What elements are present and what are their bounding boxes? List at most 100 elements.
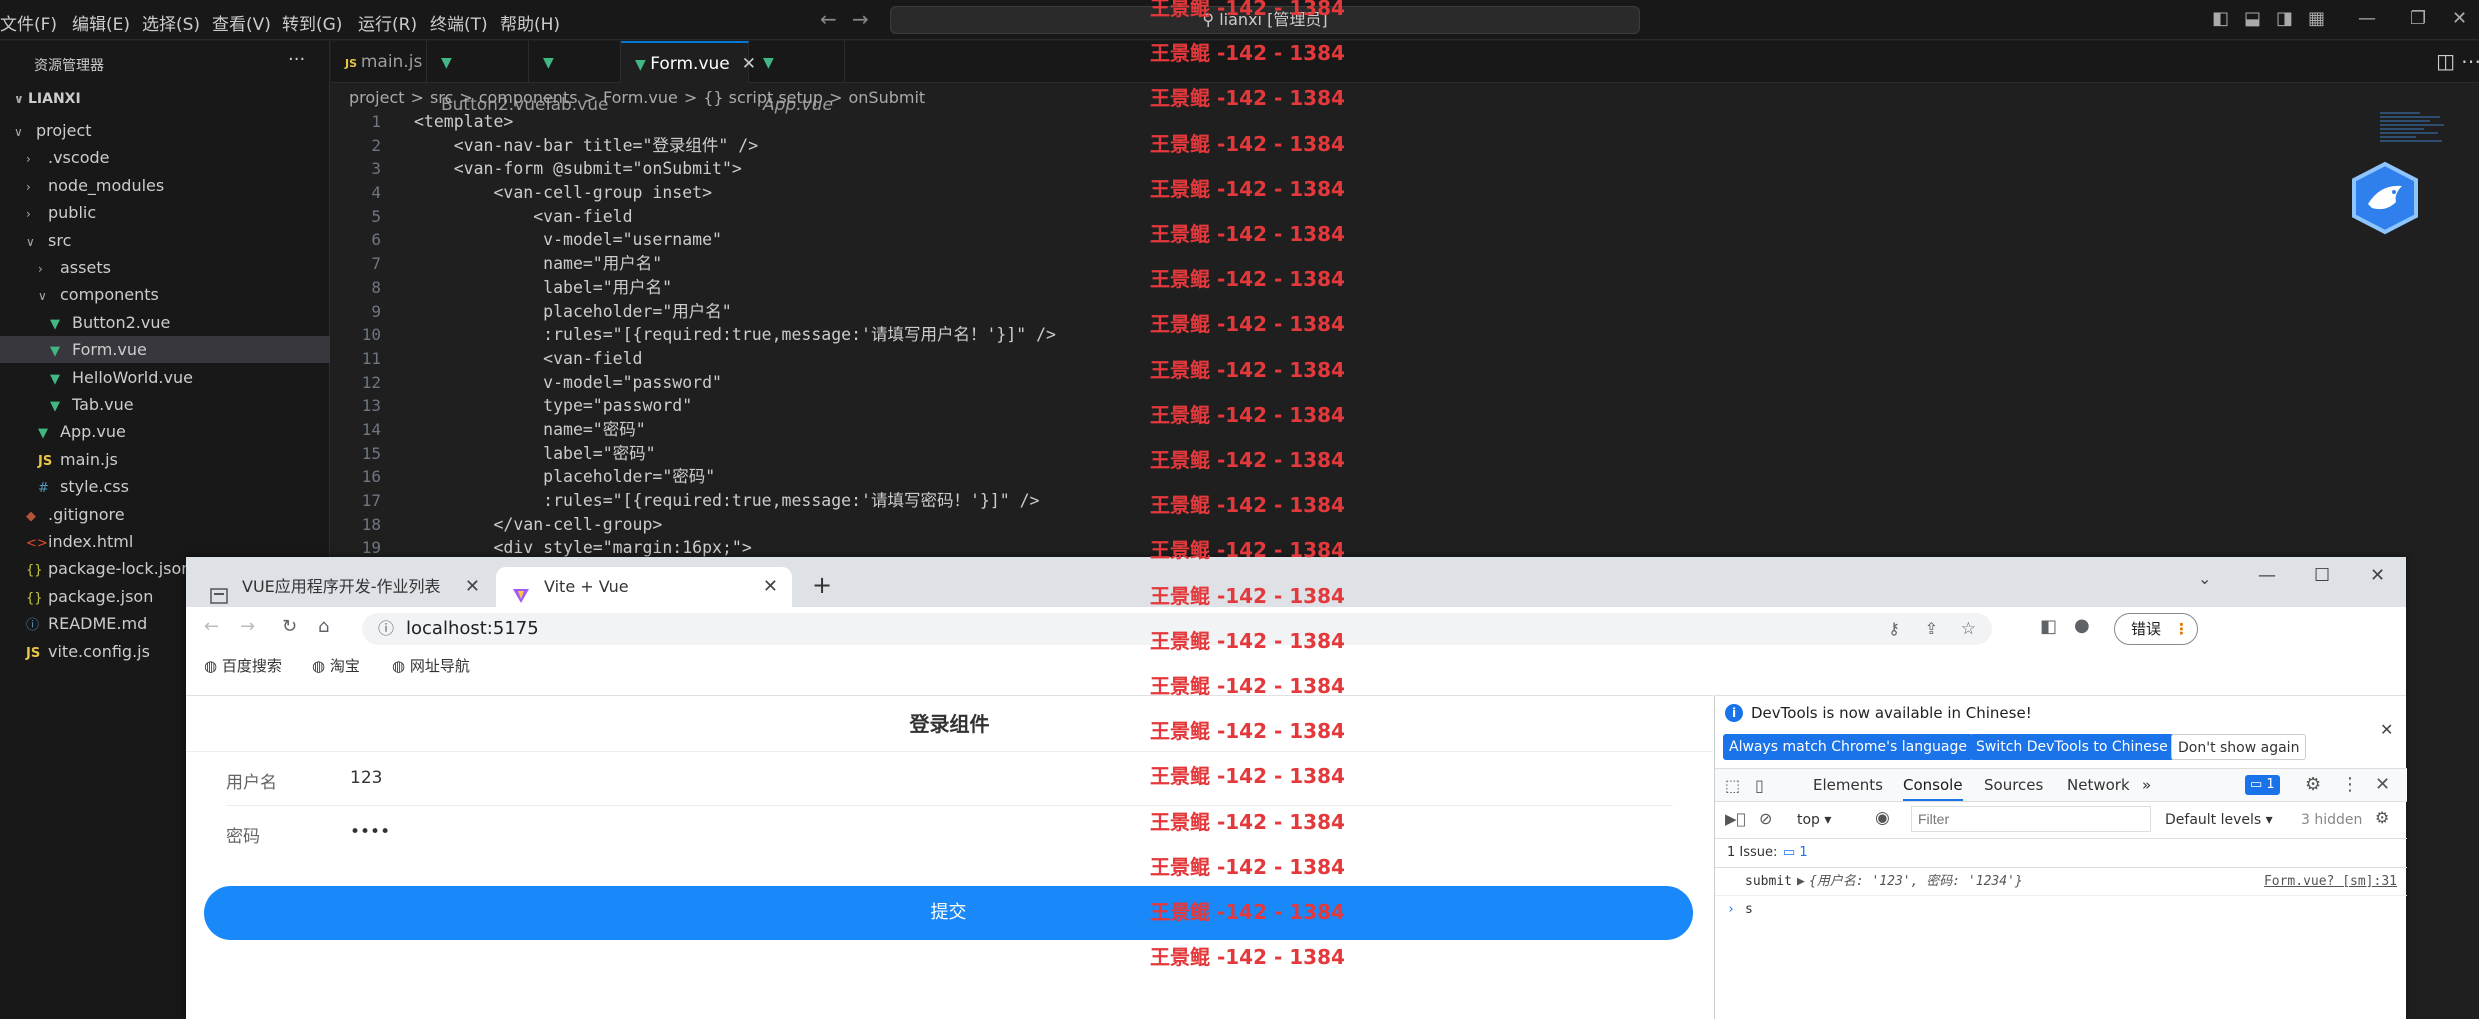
issues-badge[interactable]: ▭ 1 [2245,775,2280,795]
switch-chinese-button[interactable]: Switch DevTools to Chinese [1970,734,2174,760]
tab-console[interactable]: Console [1903,776,1963,801]
more-actions-icon[interactable]: ··· [288,49,305,70]
tree-item[interactable]: ▼ Tab.vue [0,391,330,418]
sidebar-toggle-icon[interactable]: ▶⃞ [1725,810,1746,828]
reload-icon[interactable]: ↻ [282,616,297,637]
browser-tab-homework[interactable]: VUE应用程序开发-作业列表 ✕ [194,567,494,607]
breadcrumb-item[interactable]: {} script setup [703,88,823,107]
menu-item[interactable]: 帮助(H) [500,10,560,35]
tree-item[interactable]: <>index.html [0,528,330,555]
maximize-icon[interactable]: ☐ [2314,565,2330,586]
log-levels-select[interactable]: Default levels ▾ [2165,812,2273,828]
menu-item[interactable]: 选择(S) [142,10,200,35]
side-panel-icon[interactable]: ◧ [2040,616,2057,637]
toggle-panel-icon[interactable]: ⬓ [2244,8,2261,29]
close-devtools-icon[interactable]: ✕ [2375,774,2390,795]
close-notice-icon[interactable]: ✕ [2380,720,2393,739]
password-input[interactable]: •••• [350,822,390,842]
tree-item[interactable]: ∨ src [0,227,330,254]
log-source-link[interactable]: Form.vue? [sm]:31 [2264,868,2397,896]
back-arrow-icon[interactable]: ← [820,7,837,31]
menu-item[interactable]: 文件(F) [0,10,57,35]
inspect-element-icon[interactable]: ⬚ [1725,776,1740,795]
close-icon[interactable]: ✕ [2370,565,2385,586]
browser-tab-vite-vue[interactable]: Vite + Vue ✕ [496,567,792,607]
bookmark-taobao[interactable]: ◍ 淘宝 [312,655,360,676]
tree-item[interactable]: › public [0,199,330,226]
context-select[interactable]: top ▾ [1797,812,1831,828]
tree-item[interactable]: ∨ project [0,117,330,144]
issues-bar[interactable]: 1 Issue: ▭ 1 [1715,838,2407,868]
breadcrumb-item[interactable]: components [479,88,578,107]
tree-item[interactable]: ∨ components [0,281,330,308]
console-prompt[interactable]: › s [1715,896,2407,924]
bookmark-star-icon[interactable]: ☆ [1961,613,1976,645]
device-toolbar-icon[interactable]: ▯ [1755,776,1764,795]
tree-item[interactable]: ▼ HelloWorld.vue [0,364,330,391]
tree-item[interactable]: ▼ App.vue [0,418,330,445]
submit-button[interactable]: 提交 [204,886,1693,940]
maximize-icon[interactable]: ❐ [2410,8,2426,29]
tree-item[interactable]: # style.css [0,473,330,500]
site-info-icon[interactable]: ⓘ [378,613,394,645]
username-field[interactable]: 用户名 123 [226,752,1673,806]
editor-tab[interactable]: ▼ Form.vue ✕ [621,41,756,83]
breadcrumb-item[interactable]: src [430,88,453,107]
editor-tab[interactable]: ▼ Tab.vue [529,41,621,115]
tree-item[interactable]: › node_modules [0,172,330,199]
close-icon[interactable]: ✕ [2452,8,2467,29]
profile-avatar-icon[interactable]: ● [2074,615,2090,636]
forward-icon[interactable]: → [240,616,255,637]
tree-item[interactable]: ▼ Button2.vue [0,309,330,336]
forward-arrow-icon[interactable]: → [852,7,869,31]
customize-layout-icon[interactable]: ▦ [2308,8,2325,29]
toggle-secondary-sidebar-icon[interactable]: ◨ [2276,8,2293,29]
log-object[interactable]: {用户名: '123', 密码: '1234'} [1809,868,2023,896]
match-language-button[interactable]: Always match Chrome's language [1723,734,1973,760]
menu-item[interactable]: 编辑(E) [72,10,130,35]
breadcrumb-item[interactable]: onSubmit [849,88,926,107]
console-settings-icon[interactable]: ⚙ [2375,808,2389,827]
tab-search-icon[interactable]: ⌄ [2198,569,2211,588]
expand-triangle-icon[interactable]: ▶ [1797,868,1805,896]
minimize-icon[interactable]: — [2258,565,2276,586]
editor-tab[interactable]: ▼ Button2.vue [427,41,545,115]
console-filter-input[interactable] [1911,806,2151,832]
tree-item[interactable]: ▼ Form.vue [0,336,330,364]
share-icon[interactable]: ⇪ [1925,613,1938,645]
eye-icon[interactable]: ◉ [1875,808,1890,828]
menu-item[interactable]: 运行(R) [358,10,417,35]
more-tabs-icon[interactable]: » [2142,776,2151,794]
toggle-sidebar-icon[interactable]: ◧ [2212,8,2229,29]
breadcrumb-item[interactable]: project [349,88,405,107]
tab-network[interactable]: Network [2067,776,2130,794]
breadcrumb-item[interactable]: Form.vue [603,88,678,107]
close-tab-icon[interactable]: ✕ [465,567,480,607]
home-icon[interactable]: ⌂ [318,616,329,637]
back-icon[interactable]: ← [204,616,219,637]
menu-dots-icon[interactable]: ⋮ [2341,774,2359,795]
username-input[interactable]: 123 [350,768,382,788]
editor-tab[interactable]: ▼ App.vue [749,41,845,115]
tree-item[interactable]: JS main.js [0,446,330,473]
clear-console-icon[interactable]: ⊘ [1759,809,1772,828]
minimap[interactable] [2380,110,2450,160]
split-editor-icon[interactable]: ◫ [2436,49,2455,73]
assistant-bird-icon[interactable] [2350,160,2420,236]
key-icon[interactable]: ⚷ [1888,613,1900,645]
editor-tab[interactable]: JS main.js [331,41,427,83]
minimize-icon[interactable]: — [2358,8,2376,29]
more-actions-icon[interactable]: ⋯ [2461,49,2479,73]
tree-item[interactable]: ◆ .gitignore [0,501,330,528]
workspace-root[interactable]: ∨ LIANXI [14,91,81,107]
tree-item[interactable]: › .vscode [0,144,330,171]
tree-item[interactable]: › assets [0,254,330,281]
password-field[interactable]: 密码 •••• [226,806,1673,860]
menu-item[interactable]: 查看(V) [212,10,271,35]
tab-elements[interactable]: Elements [1813,776,1883,794]
code-editor[interactable]: <template> <van-nav-bar title="登录组件" /> … [414,110,1056,560]
bookmark-baidu[interactable]: ◍ 百度搜索 [204,655,282,676]
bookmark-nav[interactable]: ◍ 网址导航 [392,655,470,676]
settings-gear-icon[interactable]: ⚙ [2305,774,2321,795]
close-tab-icon[interactable]: ✕ [763,567,778,607]
